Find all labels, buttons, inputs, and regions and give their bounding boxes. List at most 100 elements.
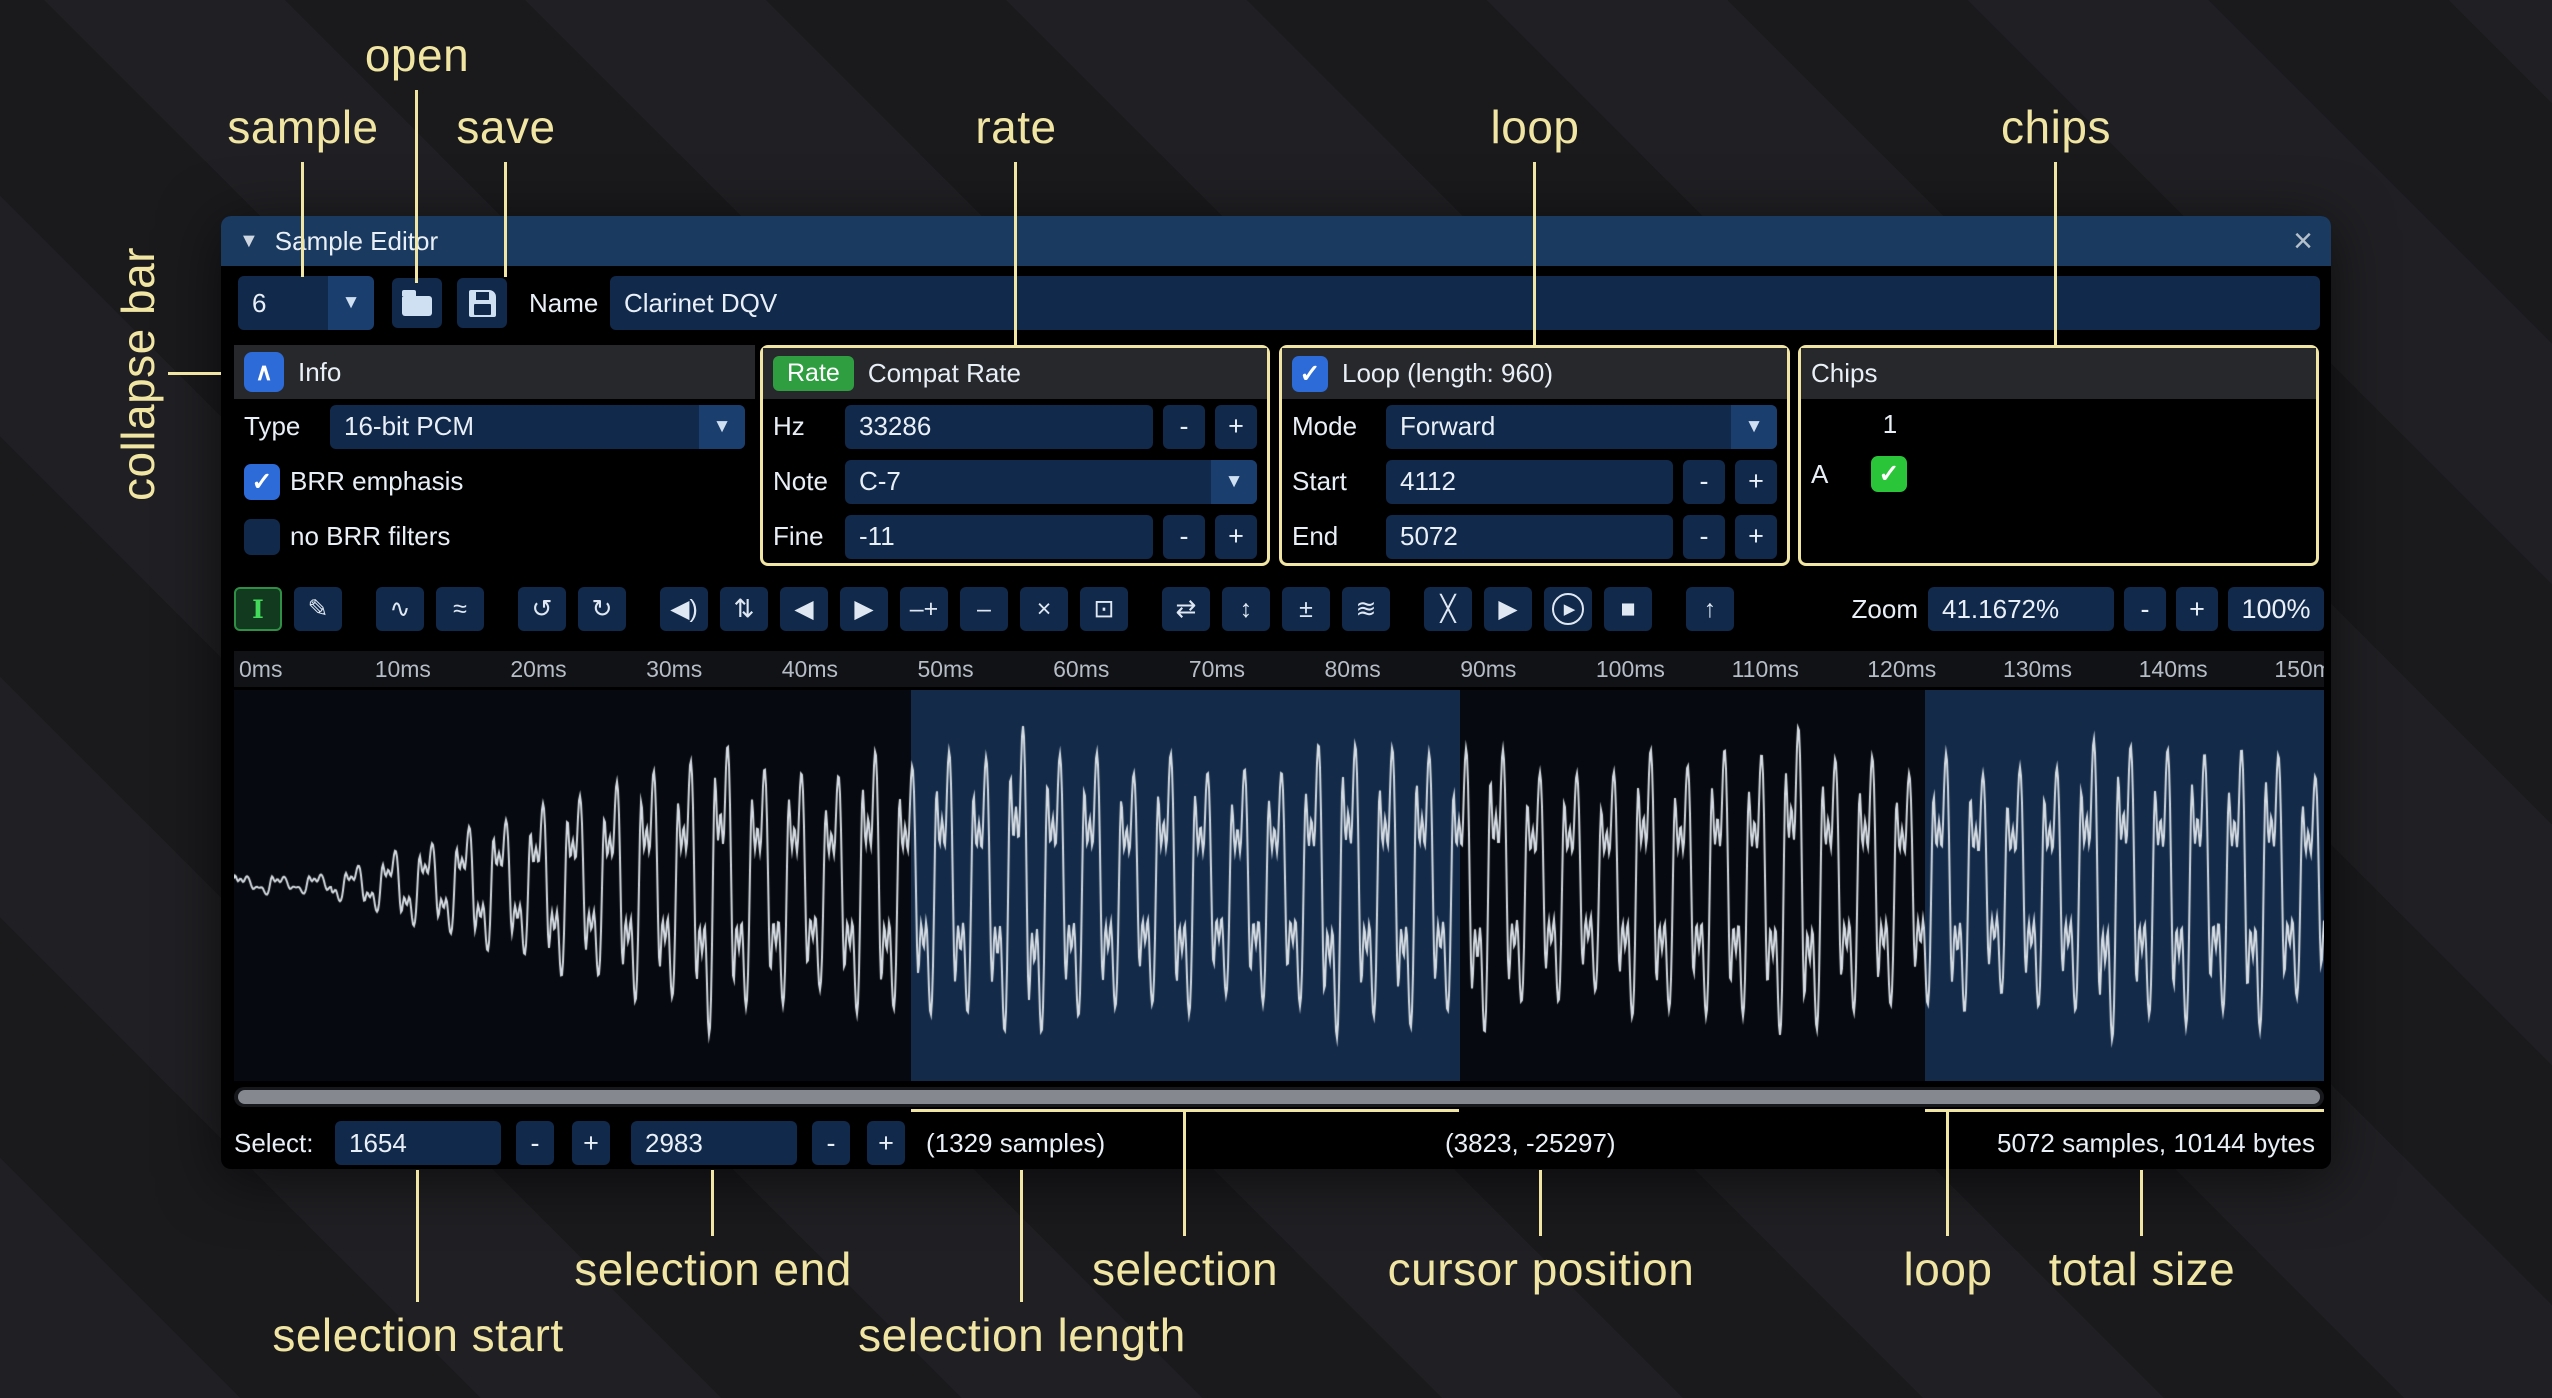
selection-start-input[interactable]: 1654: [335, 1121, 501, 1165]
status-bar: Select: 1654 - + 2983 - + (1329 samples)…: [221, 1118, 2331, 1168]
waveform-view[interactable]: [234, 690, 2324, 1081]
scrollbar-thumb[interactable]: [238, 1090, 2320, 1104]
fade-in-button[interactable]: ◀: [780, 587, 828, 631]
brr-emphasis-label: BRR emphasis: [290, 466, 463, 497]
loop-start-plus-button[interactable]: +: [1735, 460, 1777, 504]
selection-start-plus-button[interactable]: +: [572, 1121, 610, 1165]
collapse-bar-button[interactable]: ∧: [244, 352, 284, 392]
window-title: Sample Editor: [275, 226, 438, 257]
zoom-in-button[interactable]: +: [2176, 587, 2218, 631]
normalize-button[interactable]: ⇅: [720, 587, 768, 631]
chip-row-label: A: [1811, 459, 1861, 490]
loop-end-plus-button[interactable]: +: [1735, 515, 1777, 559]
open-button[interactable]: [392, 278, 442, 328]
type-dropdown[interactable]: 16-bit PCM ▼: [330, 405, 745, 449]
amplify-button[interactable]: ◀): [660, 587, 708, 631]
chevron-down-icon[interactable]: ▼: [328, 276, 374, 330]
waveform-scrollbar[interactable]: [234, 1087, 2324, 1107]
undo-button[interactable]: ↺: [518, 587, 566, 631]
preview-button[interactable]: ▶: [1484, 587, 1532, 631]
chevron-down-icon[interactable]: ▼: [1731, 405, 1777, 449]
timeline-label: 10ms: [370, 651, 506, 687]
fine-minus-button[interactable]: -: [1163, 515, 1205, 559]
annotation-bracket-loop: [1925, 1109, 2324, 1112]
window-collapse-icon[interactable]: ▼: [239, 230, 259, 253]
timeline-label: 140ms: [2134, 651, 2270, 687]
sample-name-input[interactable]: Clarinet DQV: [610, 276, 2320, 330]
compat-rate-label: Compat Rate: [868, 358, 1021, 389]
annotation-selection-start: selection start: [272, 1308, 563, 1362]
import-button[interactable]: ↑: [1686, 587, 1734, 631]
apply-silence-button[interactable]: ‒: [960, 587, 1008, 631]
fine-input[interactable]: -11: [845, 515, 1153, 559]
resize-button[interactable]: ∿: [376, 587, 424, 631]
close-icon[interactable]: ×: [2293, 224, 2313, 258]
annotation-line-chips: [2054, 162, 2057, 345]
filter-button[interactable]: ≋: [1342, 587, 1390, 631]
annotation-line-save: [504, 162, 507, 277]
selection-end-input[interactable]: 2983: [631, 1121, 797, 1165]
hz-label: Hz: [773, 411, 835, 442]
chevron-down-icon[interactable]: ▼: [699, 405, 745, 449]
zoom-out-button[interactable]: -: [2124, 587, 2166, 631]
crossfade-button[interactable]: ╳: [1424, 587, 1472, 631]
annotation-cursor-position: cursor position: [1388, 1242, 1695, 1296]
resample-button[interactable]: ≈: [436, 587, 484, 631]
insert-silence-button[interactable]: ‒+: [900, 587, 948, 631]
annotation-collapse-bar: collapse bar: [111, 247, 165, 501]
chip-enable-checkbox[interactable]: ✓: [1871, 456, 1907, 492]
draw-tool-button[interactable]: ✎: [294, 587, 342, 631]
chip-column-header: 1: [1871, 409, 1909, 440]
trim-button[interactable]: ⊡: [1080, 587, 1128, 631]
waveform-canvas[interactable]: [234, 690, 2324, 1081]
chips-panel: Chips 1 A ✓: [1798, 345, 2319, 566]
annotation-line-open: [415, 90, 418, 283]
titlebar[interactable]: ▼ Sample Editor ×: [221, 216, 2331, 266]
redo-button[interactable]: ↻: [578, 587, 626, 631]
hz-minus-button[interactable]: -: [1163, 405, 1205, 449]
loop-start-input[interactable]: 4112: [1386, 460, 1673, 504]
play-button[interactable]: ▶: [1544, 587, 1592, 631]
rate-badge[interactable]: Rate: [773, 356, 854, 391]
annotation-rate: rate: [975, 100, 1056, 154]
zoom-input[interactable]: 41.1672%: [1928, 587, 2114, 631]
selection-end-minus-button[interactable]: -: [812, 1121, 850, 1165]
sign-button[interactable]: ±: [1282, 587, 1330, 631]
annotation-line-loop: [1533, 162, 1536, 345]
loop-checkbox[interactable]: ✓: [1292, 356, 1328, 392]
zoom-group: Zoom 41.1672% - + 100%: [1852, 587, 2324, 631]
hz-input[interactable]: 33286: [845, 405, 1153, 449]
timeline-ruler: 0ms10ms20ms30ms40ms50ms60ms70ms80ms90ms1…: [234, 651, 2324, 687]
annotation-line-selection-end: [711, 1170, 714, 1236]
annotation-line-loop-bottom: [1946, 1109, 1949, 1236]
timeline-label: 100ms: [1591, 651, 1727, 687]
selection-start-minus-button[interactable]: -: [516, 1121, 554, 1165]
sample-selector[interactable]: 6 ▼: [238, 276, 374, 330]
annotation-chips: chips: [2001, 100, 2111, 154]
loop-start-minus-button[interactable]: -: [1683, 460, 1725, 504]
brr-emphasis-checkbox[interactable]: ✓: [244, 464, 280, 500]
chips-header: Chips: [1801, 348, 2316, 399]
chevron-down-icon[interactable]: ▼: [1211, 460, 1257, 504]
reverse-button[interactable]: ⇄: [1162, 587, 1210, 631]
loop-mode-dropdown[interactable]: Forward ▼: [1386, 405, 1777, 449]
zoom-reset-button[interactable]: 100%: [2228, 587, 2324, 631]
note-dropdown[interactable]: C-7 ▼: [845, 460, 1257, 504]
fine-plus-button[interactable]: +: [1215, 515, 1257, 559]
invert-button[interactable]: ↕: [1222, 587, 1270, 631]
annotation-loop: loop: [1491, 100, 1580, 154]
select-tool-button[interactable]: I: [234, 587, 282, 631]
annotation-save: save: [456, 100, 555, 154]
save-button[interactable]: [457, 278, 507, 328]
timeline-label: 120ms: [1862, 651, 1998, 687]
selection-end-plus-button[interactable]: +: [867, 1121, 905, 1165]
loop-end-input[interactable]: 5072: [1386, 515, 1673, 559]
fade-out-button[interactable]: ▶: [840, 587, 888, 631]
stop-button[interactable]: ■: [1604, 587, 1652, 631]
hz-plus-button[interactable]: +: [1215, 405, 1257, 449]
loop-end-minus-button[interactable]: -: [1683, 515, 1725, 559]
delete-button[interactable]: ×: [1020, 587, 1068, 631]
sample-toolbar: I ✎ ∿ ≈ ↺: [234, 583, 2324, 635]
note-label: Note: [773, 466, 835, 497]
no-brr-filters-checkbox[interactable]: [244, 519, 280, 555]
